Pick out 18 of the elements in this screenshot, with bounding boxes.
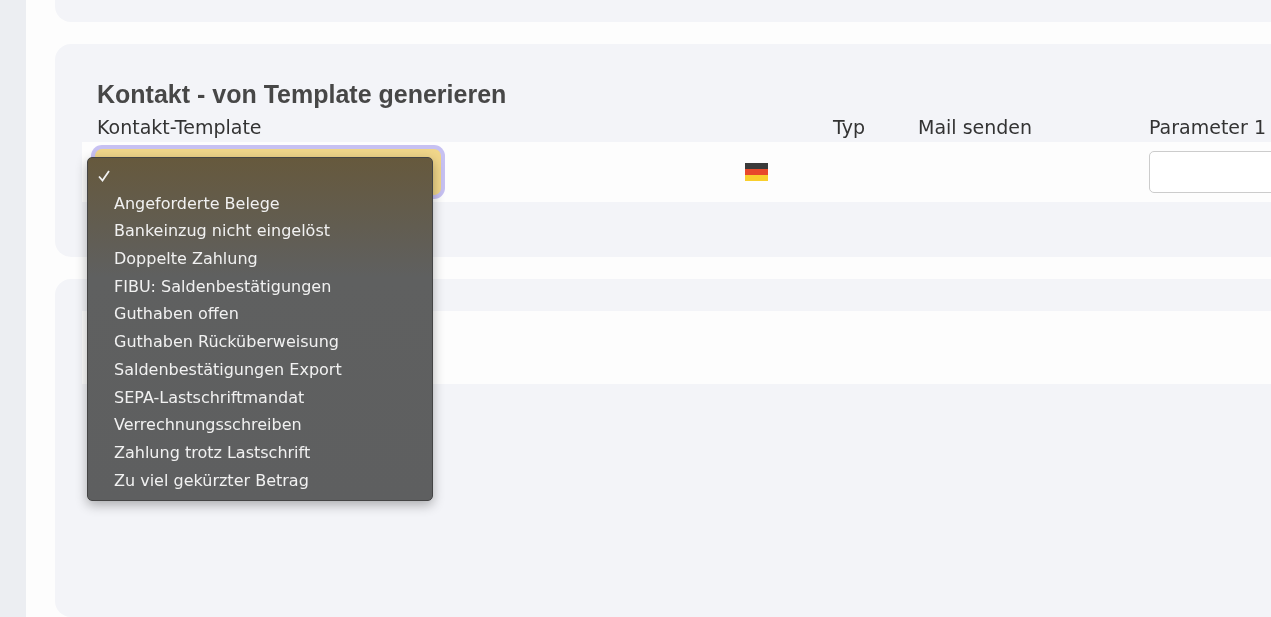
menu-item[interactable]: Zu viel gekürzter Betrag xyxy=(88,466,432,495)
menu-item[interactable]: Guthaben offen xyxy=(88,300,432,329)
menu-item[interactable]: Verrechnungsschreiben xyxy=(88,411,432,439)
menu-item[interactable]: Guthaben Rücküberweisung xyxy=(88,328,432,356)
menu-item[interactable]: Zahlung trotz Lastschrift xyxy=(88,438,432,467)
menu-item[interactable]: FIBU: Saldenbestätigungen xyxy=(88,272,432,301)
menu-item[interactable]: Saldenbestätigungen Export xyxy=(88,355,432,384)
check-icon xyxy=(98,170,110,182)
column-header: Mail senden xyxy=(918,116,1033,138)
section-title: Kontakt - von Template generieren xyxy=(97,79,508,110)
menu-item[interactable]: Doppelte Zahlung xyxy=(88,245,432,273)
menu-item[interactable]: Angeforderte Belege xyxy=(88,189,432,218)
menu-item[interactable]: Bankeinzug nicht eingelöst xyxy=(88,217,432,246)
column-header: Parameter 1 xyxy=(1149,116,1266,138)
flag-icon xyxy=(745,163,768,181)
column-header: Typ xyxy=(833,116,865,138)
menu-item[interactable]: SEPA-Lastschriftmandat xyxy=(88,383,432,412)
column-header: Kontakt-Template xyxy=(97,116,262,138)
